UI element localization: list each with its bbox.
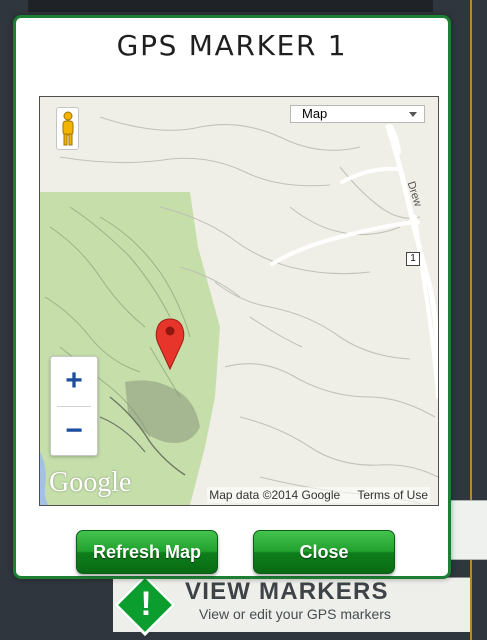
- road-shield-label: 1: [406, 252, 420, 266]
- view-markers-title: VIEW MARKERS: [185, 578, 389, 605]
- map-data-link[interactable]: Map data ©2014 Google: [209, 488, 340, 502]
- chevron-down-icon: [409, 112, 417, 117]
- gps-marker-dialog: GPS MARKER 1 Drew 1 Map + − Google Map d…: [13, 15, 451, 579]
- map-type-select[interactable]: Map: [290, 105, 425, 123]
- close-button[interactable]: Close: [253, 530, 395, 574]
- map-type-selected: Map: [302, 106, 328, 121]
- view-markers-subtitle: View or edit your GPS markers: [199, 606, 391, 622]
- zoom-in-button[interactable]: +: [51, 357, 97, 406]
- zoom-out-button[interactable]: −: [51, 407, 97, 455]
- exclamation-mark: !: [140, 585, 152, 623]
- map-attribution: Map data ©2014 Google Terms of Use: [207, 487, 430, 503]
- view-markers-button[interactable]: ! VIEW MARKERS View or edit your GPS mar…: [113, 573, 470, 637]
- zoom-control: + −: [50, 356, 98, 456]
- app-screen: ! VIEW MARKERS View or edit your GPS mar…: [0, 0, 487, 640]
- dialog-title: GPS MARKER 1: [116, 29, 348, 62]
- pegman-icon[interactable]: [56, 107, 79, 150]
- map-view[interactable]: Drew 1 Map + − Google Map data ©2014 Goo…: [39, 96, 439, 506]
- refresh-map-button[interactable]: Refresh Map: [76, 530, 218, 574]
- google-logo[interactable]: Google: [49, 468, 131, 498]
- map-terrain: [40, 97, 438, 505]
- background-header-panel: [28, 0, 433, 12]
- terms-of-use-link[interactable]: Terms of Use: [357, 488, 428, 502]
